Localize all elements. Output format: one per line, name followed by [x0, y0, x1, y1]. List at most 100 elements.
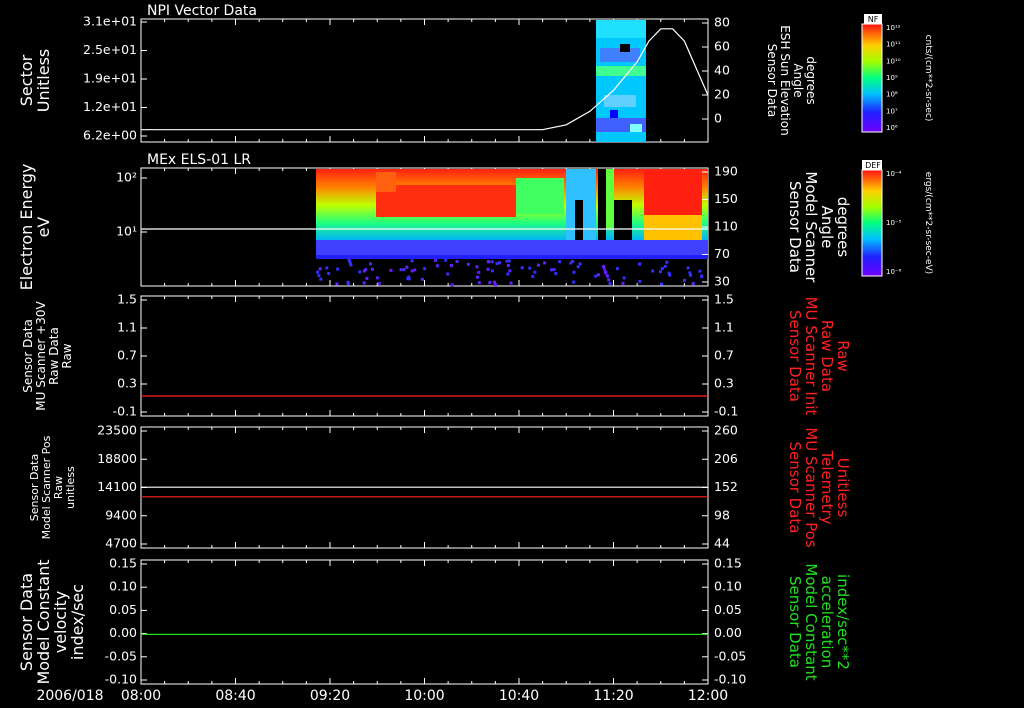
chart-dynamic: NPI Vector Data MEx ELS-01 LR 3.1e+01 2.5e+… [17, 3, 933, 704]
left-tick-label: 1.5 [117, 292, 137, 307]
time-tick-label: 08:40 [215, 688, 255, 704]
time-tick-label: 10:00 [404, 688, 444, 704]
speck [663, 264, 667, 268]
colorbar-tick-label: 10⁻⁵ [886, 219, 902, 227]
colorbar-tick-label: 10⁸ [886, 91, 898, 99]
speck [406, 277, 410, 281]
speck [520, 266, 524, 270]
right-tick-label: 60 [714, 39, 730, 54]
left-tick-label: 23500 [97, 423, 137, 438]
colorbar-tick-label: 10¹⁰ [886, 57, 901, 65]
right-tick-label: 110 [714, 219, 738, 234]
right-axis-label-4: Sensor DataMU Scanner PosTelemetryUnitle… [786, 427, 852, 548]
right-axis-label-line: degrees [804, 56, 818, 104]
right-tick-label: 0.7 [714, 348, 734, 363]
speck [550, 268, 553, 272]
speck [621, 281, 625, 285]
speck [490, 260, 494, 264]
right-tick-label: 260 [714, 423, 738, 438]
speck [615, 267, 619, 271]
time-tick-label: 11:20 [593, 688, 633, 704]
speck [606, 274, 609, 278]
speck [543, 261, 547, 265]
colorbar-tag: DEF [865, 161, 881, 170]
speck [486, 267, 490, 271]
left-tick-label: 14100 [97, 479, 137, 494]
left-tick-label: 1.2e+01 [83, 99, 137, 114]
speck [365, 276, 369, 280]
speck [508, 269, 512, 273]
right-axis-label-line: MU Scanner Init [802, 297, 820, 416]
speck [364, 268, 368, 272]
speck [346, 282, 350, 286]
speck [558, 260, 562, 264]
left-tick-label: -0.10 [105, 672, 137, 687]
speck [362, 281, 366, 285]
left-axis-label-line: Raw [60, 343, 74, 368]
speck [423, 267, 427, 271]
right-axis-label-3: Sensor DataMU Scanner InitRaw DataRaw [786, 297, 852, 416]
speck [660, 282, 664, 286]
panel-1-title: NPI Vector Data [147, 3, 257, 19]
left-tick-label: 18800 [97, 451, 137, 466]
speck [602, 266, 606, 270]
left-axis-label-3: Sensor Data MU Scanner +30V Raw Data Raw [21, 301, 74, 411]
left-axis-label-4: Sensor Data Model Scanner Pos Raw unitless [28, 435, 77, 539]
right-axis-label-line: Telemetry [818, 449, 836, 524]
right-tick-label: 0.15 [714, 556, 742, 571]
speck [608, 282, 612, 285]
left-tick-label: 1.1 [117, 320, 137, 335]
panel-5-frame [140, 559, 709, 685]
right-axis-label-line: Model Scanner [802, 171, 820, 283]
left-axis-label-1: SectorUnitless [17, 49, 53, 113]
right-axis-label-line: Sensor Data [786, 181, 804, 273]
speck [358, 270, 362, 274]
right-tick-label: 70 [714, 246, 730, 261]
speck [405, 265, 409, 269]
speck [554, 272, 558, 275]
time-tick-label: 09:20 [310, 688, 350, 704]
speck [533, 270, 537, 274]
speck [604, 271, 608, 275]
right-tick-label: 0.10 [714, 579, 742, 594]
left-tick-label: 0.10 [109, 579, 137, 594]
els-low-energy-specks [316, 258, 704, 287]
speck [475, 265, 479, 269]
speck [477, 270, 481, 274]
right-tick-label: 1.5 [714, 292, 734, 307]
right-axis-label-line: Sensor Data [786, 576, 804, 668]
els-colorbar [861, 160, 883, 277]
right-tick-label: 190 [714, 164, 738, 179]
speck [486, 260, 490, 263]
speck [668, 273, 672, 277]
stacked-chart: NPI Vector Data MEx ELS-01 LR 3.1e+01 2.5e+… [17, 3, 933, 704]
speck [683, 278, 686, 282]
speck [594, 274, 598, 278]
right-axis-label-5: Sensor DataModel Constantaccelerationind… [786, 563, 852, 680]
right-tick-label: 1.1 [714, 320, 734, 335]
speck [325, 266, 329, 270]
right-axis-label-line: Raw [834, 340, 852, 372]
speck [493, 283, 497, 287]
speck [319, 277, 323, 281]
speck [375, 276, 379, 280]
speck [446, 272, 450, 276]
speck [389, 268, 393, 272]
speck [536, 263, 540, 267]
speck [377, 281, 381, 285]
left-axis-label-line: eV [34, 217, 53, 238]
time-tick-label: 10:40 [499, 688, 539, 704]
colorbar-tick-label: 10⁻⁴ [886, 170, 902, 178]
left-axis-label-line: index/sec [68, 584, 87, 660]
speck [509, 281, 513, 285]
colorbar-tick-label: 10⁶ [886, 124, 898, 132]
right-axis-label-line: Angle [818, 206, 836, 249]
right-axis-label-line: Sensor Data [786, 310, 804, 402]
left-tick-label: 6.2e+00 [83, 128, 137, 143]
right-tick-label: 44 [714, 536, 730, 551]
speck [700, 275, 704, 279]
left-axis-label-line: unitless [64, 466, 77, 509]
right-axis-label-line: MU Scanner Pos [802, 427, 820, 548]
left-tick-label: -0.1 [113, 404, 137, 419]
panel-2-title: MEx ELS-01 LR [147, 152, 251, 168]
